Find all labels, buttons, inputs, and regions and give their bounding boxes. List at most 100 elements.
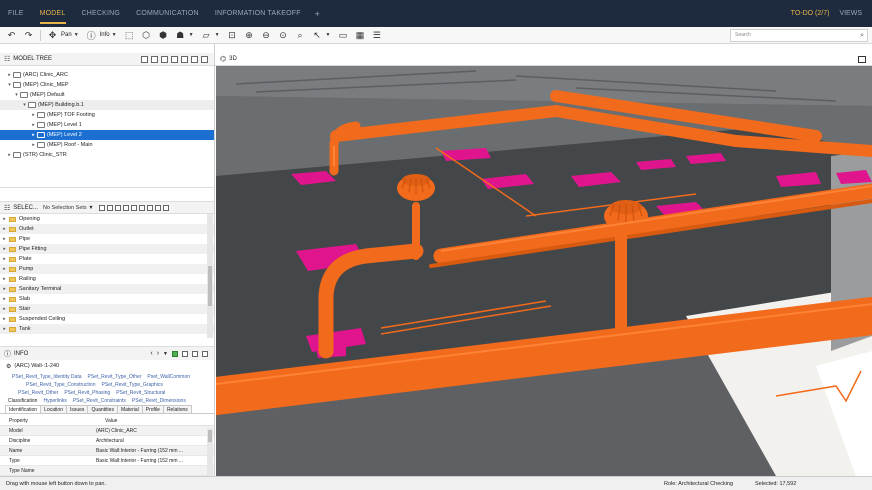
info-icon[interactable]: ⓘ bbox=[85, 29, 98, 42]
expand-icon[interactable]: ▸ bbox=[0, 296, 9, 302]
expand-icon[interactable]: ▸ bbox=[0, 276, 9, 282]
set-tool-icon[interactable] bbox=[114, 204, 121, 211]
tab-profile[interactable]: Profile bbox=[141, 405, 164, 413]
expand-icon[interactable]: ▸ bbox=[0, 306, 9, 312]
tab-communication[interactable]: COMMUNICATION bbox=[128, 0, 207, 27]
tab-file[interactable]: FILE bbox=[0, 0, 32, 27]
layers-icon[interactable]: ☰ bbox=[370, 29, 383, 42]
box-dropdown-icon[interactable]: ▼ bbox=[215, 32, 220, 38]
pset-tab[interactable]: PSet_Revit_Type_Graphics bbox=[101, 382, 168, 388]
pick-dropdown-icon[interactable]: ▼ bbox=[326, 32, 331, 38]
3d-model-canvas[interactable] bbox=[216, 66, 872, 476]
set-tool-icon[interactable] bbox=[130, 204, 137, 211]
pset-tab[interactable]: PSet_Revit_Type_Construction bbox=[26, 382, 101, 388]
tree-row-level-1[interactable]: ▸ (MEP) Level 1 bbox=[0, 120, 214, 130]
list-item[interactable]: ▸ Pipe bbox=[0, 234, 214, 244]
search-icon[interactable]: ⌕ bbox=[860, 30, 864, 41]
next-icon[interactable]: › bbox=[157, 350, 159, 357]
tree-row-str[interactable]: ▸ (STR) Clinic_STR bbox=[0, 150, 214, 160]
tree-tool-icon[interactable] bbox=[161, 55, 168, 63]
list-item[interactable]: ▸ Sanitary Terminal bbox=[0, 284, 214, 294]
set-tool-icon[interactable] bbox=[154, 204, 161, 211]
pan-dropdown-icon[interactable]: ▼ bbox=[74, 32, 79, 38]
set-tool-icon[interactable] bbox=[146, 204, 153, 211]
isolate-icon[interactable]: ⬡ bbox=[140, 29, 153, 42]
redo-icon[interactable]: ↷ bbox=[22, 29, 35, 42]
list-item[interactable]: ▸ Slab bbox=[0, 294, 214, 304]
tree-tool-icon[interactable] bbox=[181, 55, 188, 63]
pick-icon[interactable]: ↖ bbox=[311, 29, 324, 42]
expand-icon[interactable]: ▸ bbox=[0, 316, 9, 322]
set-tool-icon[interactable] bbox=[138, 204, 145, 211]
tree-tool-icon[interactable] bbox=[151, 55, 158, 63]
pan-icon[interactable]: ✥ bbox=[46, 29, 59, 42]
expand-icon[interactable]: ▸ bbox=[0, 226, 9, 232]
expand-icon[interactable]: ▸ bbox=[0, 236, 9, 242]
visibility-icon[interactable]: ☗ bbox=[174, 29, 187, 42]
pset-tab[interactable]: PSet_Revit_Type_Other bbox=[88, 374, 148, 380]
pset-tab[interactable]: Hyperlinks bbox=[43, 398, 72, 404]
info-tool-icon[interactable] bbox=[192, 350, 198, 357]
expand-icon[interactable]: ▸ bbox=[6, 152, 13, 158]
table-row[interactable]: Name Basic Wall:Interior - Furring (152 m… bbox=[0, 446, 214, 456]
previous-icon[interactable]: ‹ bbox=[150, 350, 152, 357]
tree-row-roof-main[interactable]: ▸ (MEP) Roof - Main bbox=[0, 140, 214, 150]
property-scrollbar[interactable] bbox=[207, 428, 213, 478]
table-row[interactable]: Type Basic Wall:Interior - Furring (152 m… bbox=[0, 456, 214, 466]
tab-quantities[interactable]: Quantities bbox=[87, 405, 118, 413]
search-input[interactable]: Search ⌕ bbox=[730, 29, 868, 42]
pset-tab[interactable]: PSet_Revit_Phasing bbox=[64, 390, 116, 396]
scrollbar-thumb[interactable] bbox=[208, 430, 212, 442]
pset-tab[interactable]: PSet_Revit_Other bbox=[18, 390, 64, 396]
list-item[interactable]: ▸ Plate bbox=[0, 254, 214, 264]
scrollbar-thumb[interactable] bbox=[208, 266, 212, 306]
zoom-fit-icon[interactable]: ⊙ bbox=[277, 29, 290, 42]
status-icon[interactable] bbox=[172, 350, 178, 357]
tab-relations[interactable]: Relations bbox=[162, 405, 192, 413]
tab-identification[interactable]: Identification bbox=[5, 405, 42, 413]
expand-icon[interactable]: ▸ bbox=[0, 216, 9, 222]
info-label[interactable]: Info bbox=[100, 32, 110, 38]
tab-information-takeoff[interactable]: INFORMATION TAKEOFF bbox=[207, 0, 309, 27]
collapse-icon[interactable]: ▾ bbox=[21, 102, 28, 108]
3d-viewport[interactable] bbox=[216, 66, 872, 476]
list-item[interactable]: ▸ Suspended Ceiling bbox=[0, 314, 214, 324]
list-item[interactable]: ▸ Tank bbox=[0, 324, 214, 334]
pset-tab[interactable]: Pset_WallCommon bbox=[147, 374, 196, 380]
tab-location[interactable]: Location bbox=[40, 405, 67, 413]
tab-issues[interactable]: Issues bbox=[65, 405, 89, 413]
tab-checking[interactable]: CHECKING bbox=[74, 0, 129, 27]
expand-icon[interactable]: ▸ bbox=[0, 326, 9, 332]
collapse-icon[interactable]: ▾ bbox=[13, 92, 20, 98]
pset-tab[interactable]: PSet_Revit_Structural bbox=[116, 390, 171, 396]
views-button[interactable]: VIEWS bbox=[839, 10, 862, 17]
list-item[interactable]: ▸ Railing bbox=[0, 274, 214, 284]
zoom-out-icon[interactable]: ⊖ bbox=[260, 29, 273, 42]
selection-sets-scrollbar[interactable] bbox=[207, 214, 213, 338]
tab-material[interactable]: Material bbox=[116, 405, 143, 413]
pset-tab[interactable]: PSet_Revit_Type_Identity Data bbox=[12, 374, 88, 380]
list-item[interactable]: ▸ Pump bbox=[0, 264, 214, 274]
table-row[interactable]: Type Name bbox=[0, 466, 214, 476]
tree-row-arc[interactable]: ▸ (ARC) Clinic_ARC bbox=[0, 70, 214, 80]
expand-icon[interactable]: ▸ bbox=[30, 142, 37, 148]
set-tool-icon[interactable] bbox=[98, 204, 105, 211]
tree-row-level-2[interactable]: ▸ (MEP) Level 2 bbox=[0, 130, 214, 140]
select-objects-icon[interactable]: ⬚ bbox=[123, 29, 136, 42]
set-tool-icon[interactable] bbox=[106, 204, 113, 211]
tree-tool-icon[interactable] bbox=[141, 55, 148, 63]
tree-row-building[interactable]: ▾ (MEP) Building.b.1 bbox=[0, 100, 214, 110]
expand-icon[interactable]: ▸ bbox=[0, 256, 9, 262]
expand-icon[interactable]: ▸ bbox=[6, 72, 13, 78]
tree-row-tof-footing[interactable]: ▸ (MEP) TOF Footing bbox=[0, 110, 214, 120]
expand-icon[interactable]: ▸ bbox=[0, 286, 9, 292]
box-icon[interactable]: ▱ bbox=[200, 29, 213, 42]
fit-icon[interactable]: ⊡ bbox=[226, 29, 239, 42]
tree-tool-icon[interactable] bbox=[191, 55, 198, 63]
info-tool-icon[interactable] bbox=[182, 350, 188, 357]
table-row[interactable]: Discipline Architectural bbox=[0, 436, 214, 446]
list-item[interactable]: ▸ Outlet bbox=[0, 224, 214, 234]
tree-tool-icon[interactable] bbox=[171, 55, 178, 63]
map-icon[interactable]: ▦ bbox=[353, 29, 366, 42]
tree-row-mep[interactable]: ▾ (MEP) Clinic_MEP bbox=[0, 80, 214, 90]
